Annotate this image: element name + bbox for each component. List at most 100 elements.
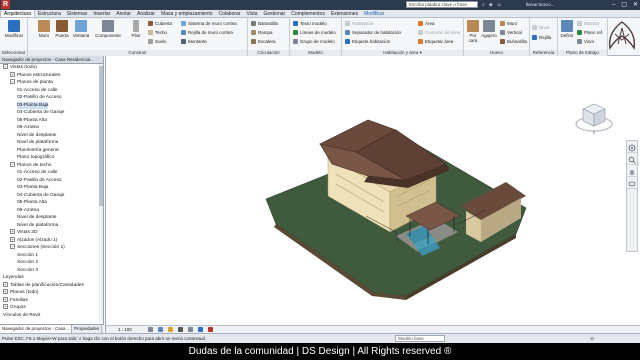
browser-item[interactable]: + Grupos (3, 304, 26, 311)
browser-item[interactable]: Leyendas (3, 274, 24, 281)
vertical-opening-button[interactable]: Vertical (500, 29, 522, 36)
active-workset-field[interactable]: Modelo base (395, 335, 445, 342)
curtain-grid-button[interactable]: Rejilla de muro cortina (181, 29, 233, 36)
tab-project-browser[interactable]: Navegador de proyectos - Casa ... (0, 325, 72, 333)
browser-item[interactable]: 03-Planta Baja (17, 184, 48, 191)
browser-item[interactable]: + Vistas 3D (10, 229, 37, 236)
stair-button[interactable]: Escalera (251, 38, 276, 45)
browser-item[interactable]: Nivel de plataforma (17, 139, 58, 146)
browser-item[interactable]: − Planos de planta (10, 79, 53, 86)
collapse-icon[interactable]: − (10, 161, 15, 167)
browser-title[interactable]: Navegador de proyectos - Casa Residencia… (0, 56, 103, 64)
browser-item[interactable]: Vínculos de Revit (3, 312, 40, 319)
collapse-icon[interactable]: − (10, 244, 15, 250)
tab-colaborar[interactable]: Colaborar (216, 10, 244, 17)
browser-item[interactable]: 05-Planta Alta (17, 117, 47, 124)
user-name[interactable]: lluivar.teocio... (526, 1, 566, 9)
tab-modificar[interactable]: Modificar (361, 10, 387, 17)
wall-opening-button[interactable]: Muro (500, 20, 517, 27)
roof-button[interactable]: Cubierta (148, 20, 172, 27)
browser-item[interactable]: Plano topográfico (17, 154, 54, 161)
modify-button[interactable]: Modificar (3, 20, 25, 38)
subscription-icon[interactable]: ◈ (489, 2, 493, 8)
browser-item[interactable]: + Tablas de planificación/Cantidades (3, 281, 84, 289)
app-logo-icon[interactable]: R (1, 0, 10, 9)
browser-scroll-thumb[interactable] (99, 66, 103, 206)
tab-masa[interactable]: Masa y emplazamiento (158, 10, 215, 17)
component-button[interactable]: Componente (94, 20, 122, 38)
visual-style-icon[interactable] (158, 327, 163, 332)
railing-button[interactable]: Barandilla (251, 20, 278, 27)
browser-item[interactable]: Sección 2 (17, 259, 38, 266)
tab-gestionar[interactable]: Gestionar (261, 10, 289, 17)
browser-item[interactable]: + Planos estructurales (10, 71, 60, 79)
browser-item[interactable]: − Planos de techo (10, 161, 51, 169)
area-button[interactable]: Área (418, 20, 435, 27)
shadows-icon[interactable] (178, 327, 183, 332)
grid-button[interactable]: Rejilla (532, 34, 551, 41)
3d-model-scene[interactable] (106, 56, 640, 325)
ceiling-button[interactable]: Techo (148, 29, 167, 36)
browser-scrollbar[interactable] (99, 64, 103, 322)
tab-properties[interactable]: Propiedades (72, 325, 103, 333)
browser-item[interactable]: 03-Planta Baja (17, 101, 49, 109)
viewer-button[interactable]: Visor (577, 38, 594, 45)
model-text-button[interactable]: Texto modelo (293, 20, 327, 27)
browser-item[interactable]: + Familias (3, 296, 28, 304)
tab-complementos[interactable]: Complementos (288, 10, 328, 17)
by-face-button[interactable]: Por cara (466, 20, 480, 43)
help-search-input[interactable]: Escriba palabra clave o frase (406, 1, 478, 8)
tab-arquitectura[interactable]: Arquitectura (0, 10, 35, 17)
floor-button[interactable]: Suelo (148, 38, 167, 45)
tab-estructura[interactable]: Estructura (35, 10, 64, 17)
level-button[interactable]: Nivel (532, 24, 549, 31)
viewcube[interactable]: S (574, 96, 614, 136)
maximize-button[interactable]: ▢ (621, 0, 627, 10)
zoom-button[interactable] (627, 155, 637, 165)
model-group-button[interactable]: Grupo de modelo (293, 38, 335, 45)
crop-view-icon[interactable] (188, 327, 193, 332)
steering-wheel-button[interactable] (627, 143, 637, 153)
window-button[interactable]: Ventana (71, 20, 91, 38)
room-button[interactable]: Habitación (345, 20, 373, 27)
browser-item[interactable]: + Alzados (Alzado 1) (10, 236, 57, 244)
shaft-button[interactable]: Agujero (480, 20, 498, 38)
tab-extensiones[interactable]: Extensiones (328, 10, 361, 17)
expand-icon[interactable]: + (3, 296, 8, 302)
mullion-button[interactable]: Montante (181, 38, 207, 45)
browser-item[interactable]: Sección 1 (17, 252, 38, 259)
model-lines-button[interactable]: Líneas de modelo (293, 29, 336, 36)
minimize-button[interactable]: – (612, 0, 615, 10)
browser-item[interactable]: Sección 3 (17, 267, 38, 274)
browser-item[interactable]: 02-Pasillo de Acceso (17, 177, 62, 184)
browser-item[interactable]: 04-Cubierta de Garaje (17, 192, 64, 199)
detail-level-icon[interactable] (148, 327, 153, 332)
area-tag-button[interactable]: Etiquetar área (418, 38, 453, 45)
orbit-button[interactable] (627, 179, 637, 189)
tab-anotar[interactable]: Anotar (113, 10, 134, 17)
pan-button[interactable] (627, 167, 637, 177)
collapse-icon[interactable]: − (3, 64, 8, 70)
account-icon[interactable]: ☺ (497, 2, 502, 8)
browser-item[interactable]: + Planos (todo) (3, 289, 39, 296)
expand-icon[interactable]: + (10, 71, 15, 77)
hide-isolate-icon[interactable] (208, 327, 213, 332)
collapse-icon[interactable]: − (10, 79, 15, 85)
browser-item[interactable]: − Secciones (Sección 1) (10, 244, 65, 251)
column-button[interactable]: Pilar (126, 20, 146, 38)
ramp-button[interactable]: Rampa (251, 29, 273, 36)
show-workplane-button[interactable]: Mostrar (577, 20, 599, 27)
expand-icon[interactable]: + (10, 236, 15, 242)
browser-item[interactable]: − Vistas (todo) (3, 64, 37, 71)
browser-item[interactable]: Nivel de desplante (17, 132, 56, 139)
expand-icon[interactable]: + (3, 281, 8, 287)
area-boundary-button[interactable]: Contorno de área (418, 29, 460, 36)
browser-item[interactable]: 01-Acceso de calle (17, 87, 58, 94)
curtain-system-button[interactable]: Sistema de muro cortina (181, 20, 237, 27)
wall-button[interactable]: Muro (34, 20, 54, 38)
ref-plane-button[interactable]: Plano ref. (577, 29, 603, 36)
sun-path-icon[interactable] (168, 327, 173, 332)
browser-item[interactable]: Planimetría general (17, 147, 59, 154)
close-button[interactable]: ✕ (633, 0, 638, 10)
browser-item[interactable]: 04-Cubierta de Garaje (17, 109, 64, 116)
